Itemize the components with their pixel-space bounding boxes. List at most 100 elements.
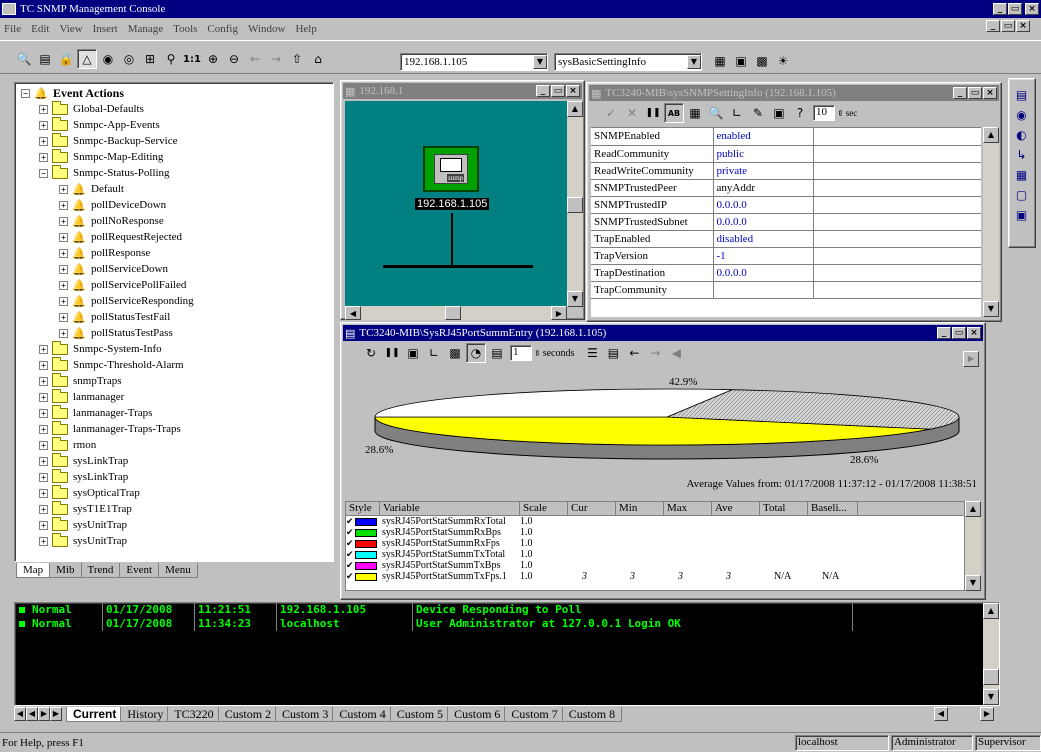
address-combobox[interactable]: 192.168.1.105 ▼ — [400, 53, 548, 71]
expand-icon[interactable]: + — [39, 360, 48, 370]
fit-window-icon[interactable]: ⊞ — [140, 49, 160, 69]
scroll-down-icon[interactable]: ▼ — [567, 291, 583, 307]
tree-item[interactable]: + sysLinkTrap — [21, 468, 333, 485]
expand-icon[interactable]: + — [59, 200, 68, 210]
scroll-left-icon[interactable]: ◀ — [934, 707, 948, 721]
column-header[interactable]: Baseli... — [808, 502, 858, 515]
doc-minimize-button[interactable]: _ — [986, 20, 1000, 32]
check-icon[interactable]: ✔ — [346, 549, 355, 560]
tree-item[interactable]: + Snmpc-Map-Editing — [21, 148, 333, 165]
mib-row[interactable]: TrapVersion -1 — [591, 247, 981, 265]
tree-root[interactable]: − 🔔 Event Actions — [21, 85, 333, 101]
series-row[interactable]: ✔ sysRJ45PortStatSummRxBps 1.0 — [346, 527, 964, 538]
network-icon[interactable]: ◉ — [1012, 105, 1032, 125]
tree-item[interactable]: + lanmanager-Traps-Traps — [21, 420, 333, 437]
column-header[interactable]: Variable — [380, 502, 520, 515]
expand-icon[interactable]: + — [59, 312, 68, 322]
scroll-up-icon[interactable]: ▲ — [965, 501, 981, 517]
tree-item[interactable]: + 🔔 pollRequestRejected — [21, 229, 333, 245]
menu-view[interactable]: View — [59, 23, 82, 35]
mib-row[interactable]: SNMPTrustedPeer anyAddr — [591, 179, 981, 197]
series-vscrollbar[interactable]: ▲ ▼ — [965, 501, 981, 591]
check-icon[interactable]: ✔ — [346, 571, 355, 582]
tree-item[interactable]: + 🔔 pollNoResponse — [21, 213, 333, 229]
forward-arrow-icon[interactable]: → — [266, 49, 286, 69]
zoom-area-icon[interactable]: ◎ — [119, 49, 139, 69]
series-row[interactable]: ✔ sysRJ45PortStatSummRxFps 1.0 — [346, 538, 964, 549]
table-view-icon[interactable]: ▦ — [710, 51, 730, 71]
scroll-down-icon[interactable]: ▼ — [965, 575, 981, 591]
chevron-down-icon[interactable]: ▼ — [533, 55, 547, 69]
scroll-right-icon[interactable]: ▶ — [980, 707, 994, 721]
tab-custom-7[interactable]: Custom 7 — [504, 706, 565, 722]
doc-restore-button[interactable]: ▭ — [1001, 20, 1015, 32]
prev-icon[interactable]: ← — [624, 343, 644, 363]
expand-icon[interactable]: + — [39, 104, 48, 114]
graph-view-icon[interactable]: ▣ — [731, 51, 751, 71]
close-button[interactable]: × — [1025, 3, 1039, 15]
scroll-left-icon[interactable]: ◀ — [345, 306, 361, 320]
last-tab-icon[interactable]: ▶ — [50, 707, 62, 721]
tree-item[interactable]: + sysUnitTrap — [21, 532, 333, 549]
tree-item[interactable]: + Snmpc-Backup-Service — [21, 132, 333, 149]
link-icon[interactable]: ↳ — [1012, 145, 1032, 165]
tab-custom-4[interactable]: Custom 4 — [332, 706, 393, 722]
zoom-in-icon[interactable]: ⊕ — [203, 49, 223, 69]
column-header[interactable]: Ave — [712, 502, 760, 515]
scroll-down-icon[interactable]: ▼ — [983, 301, 999, 317]
chevron-down-icon[interactable]: ▼ — [687, 55, 701, 69]
expand-icon[interactable]: + — [39, 392, 48, 402]
back-arrow-icon[interactable]: ← — [245, 49, 265, 69]
grid-icon[interactable]: ▦ — [685, 103, 705, 123]
event-row[interactable]: Normal 01/17/2008 11:34:23 localhost User Ad… — [15, 617, 999, 631]
map-hscrollbar[interactable]: ◀ ▶ — [345, 306, 567, 320]
pause-icon[interactable]: ❚❚ — [382, 343, 402, 363]
expand-icon[interactable]: + — [59, 184, 68, 194]
mib-row[interactable]: SNMPEnabled enabled — [591, 128, 981, 146]
scroll-left-icon[interactable]: ◀ — [666, 343, 686, 363]
scroll-thumb[interactable] — [567, 197, 583, 213]
zoom-actual-icon[interactable]: 1:1 — [182, 49, 202, 69]
maximize-button[interactable]: ▭ — [551, 85, 565, 97]
mib-value[interactable]: 0.0.0.0 — [713, 264, 814, 282]
expand-icon[interactable]: + — [39, 472, 48, 482]
close-button[interactable]: × — [983, 87, 997, 99]
minimize-button[interactable]: _ — [937, 327, 951, 339]
properties-icon[interactable]: ▤ — [35, 49, 55, 69]
tab-custom-5[interactable]: Custom 5 — [389, 706, 451, 722]
mib-value[interactable]: public — [713, 145, 814, 163]
tree-item[interactable]: + rmon — [21, 436, 333, 453]
series-row[interactable]: ✔ sysRJ45PortStatSummTxBps 1.0 — [346, 560, 964, 571]
tree-item[interactable]: + sysT1E1Trap — [21, 500, 333, 517]
column-header[interactable]: Cur — [568, 502, 616, 515]
tree-item[interactable]: − Snmpc-Status-Polling — [21, 164, 333, 181]
ab-icon[interactable]: AB — [664, 103, 684, 123]
tree-item[interactable]: + sysUnitTrap — [21, 516, 333, 533]
expand-icon[interactable]: + — [39, 488, 48, 498]
mib-group-combobox[interactable]: sysBasicSettingInfo ▼ — [554, 53, 702, 71]
bus-icon[interactable]: ▦ — [1012, 165, 1032, 185]
tab-event[interactable]: Event — [119, 563, 160, 578]
save-icon[interactable]: ▣ — [769, 103, 789, 123]
mib-value[interactable]: 0.0.0.0 — [713, 196, 814, 214]
mib-row[interactable]: TrapCommunity — [591, 281, 981, 299]
pause-icon[interactable]: ❚❚ — [643, 103, 663, 123]
tab-map[interactable]: Map — [16, 563, 51, 578]
event-row[interactable]: Normal 01/17/2008 11:21:51 192.168.1.105 Dev… — [15, 603, 999, 617]
tab-tc3220[interactable]: TC3220 — [167, 706, 221, 722]
expand-icon[interactable]: + — [59, 296, 68, 306]
chart-interval-input[interactable]: 1 — [510, 345, 532, 361]
sun-icon[interactable]: ☀ — [773, 51, 793, 71]
mib-vscrollbar[interactable]: ▲ ▼ — [983, 127, 999, 317]
expand-icon[interactable]: + — [39, 424, 48, 434]
expand-icon[interactable]: + — [59, 232, 68, 242]
collapse-icon[interactable]: − — [21, 88, 30, 98]
series-style[interactable]: ✔ — [346, 571, 380, 582]
zoom-select-icon[interactable]: ◉ — [98, 49, 118, 69]
mib-row[interactable]: ReadCommunity public — [591, 145, 981, 163]
report-icon[interactable]: ▤ — [603, 343, 623, 363]
expand-icon[interactable]: + — [39, 408, 48, 418]
report-icon[interactable]: ▩ — [752, 51, 772, 71]
mib-value[interactable] — [713, 281, 814, 299]
scroll-thumb[interactable] — [983, 669, 999, 685]
